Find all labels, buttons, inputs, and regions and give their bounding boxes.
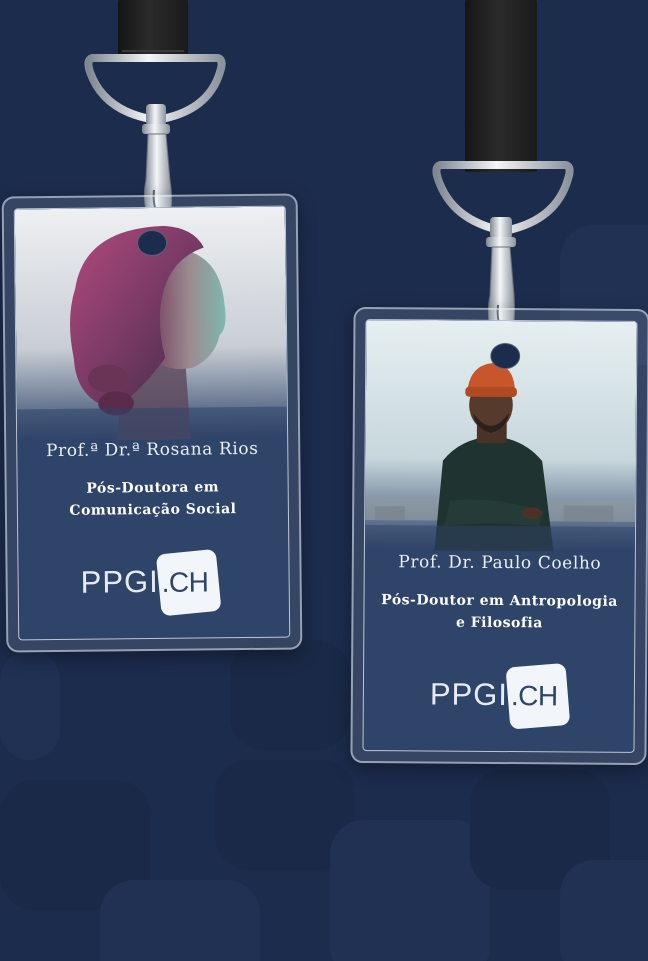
badge-card: Prof. Dr. Paulo Coelho Pós-Doutor em Ant… — [362, 319, 638, 753]
badge-card: Prof.ª Dr.ª Rosana Rios Pós-Doutora em C… — [13, 205, 291, 641]
badge-title-line1: Pós-Doutor em Antropologia — [381, 592, 618, 610]
logo-ch-text: .CH — [161, 566, 209, 598]
logo-ch-text: .CH — [510, 680, 558, 712]
lanyard-hole — [136, 229, 168, 257]
badge-title-line1: Pós-Doutora em — [86, 479, 220, 497]
ppgich-logo: PPGI .CH — [18, 548, 289, 617]
badge-title-line2: Comunicação Social — [69, 501, 237, 519]
lanyard-strap-right — [465, 0, 537, 172]
id-badge-right: Prof. Dr. Paulo Coelho Pós-Doutor em Ant… — [350, 306, 648, 766]
badge-name: Prof. Dr. Paulo Coelho — [398, 552, 602, 574]
badge-title-line2: e Filosofia — [455, 614, 543, 632]
logo-ppgi-text: PPGI — [429, 676, 509, 713]
id-badge-left: Prof.ª Dr.ª Rosana Rios Pós-Doutora em C… — [1, 193, 303, 653]
badge-name: Prof.ª Dr.ª Rosana Rios — [45, 438, 259, 462]
ppgich-logo: PPGI .CH — [364, 662, 634, 730]
lanyard-hole — [490, 342, 521, 370]
logo-ppgi-text: PPGI — [80, 563, 159, 600]
